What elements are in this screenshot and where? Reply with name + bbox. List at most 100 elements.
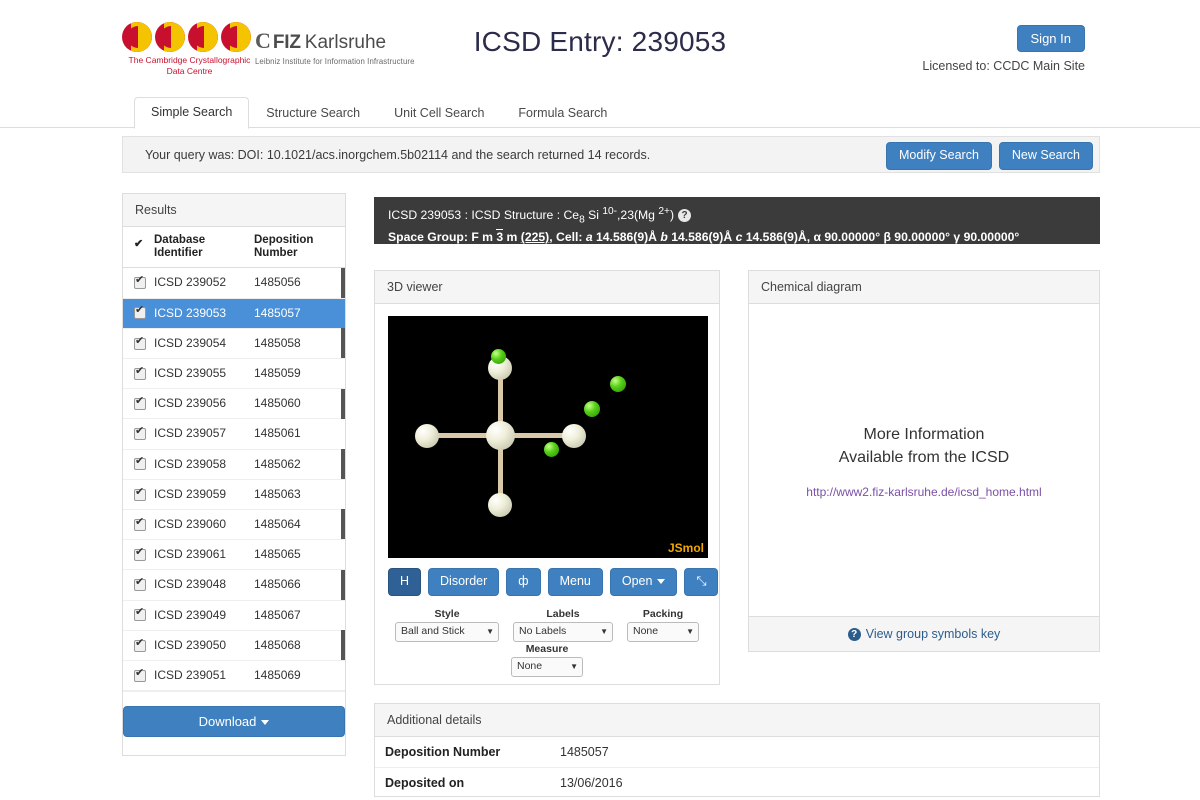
select-all-checkbox[interactable] (134, 239, 146, 253)
table-row[interactable]: ICSD 2390501485068 (123, 630, 345, 661)
table-row[interactable]: ICSD 2390571485061 (123, 418, 345, 450)
cell-deposition-number[interactable]: 1485067 (250, 600, 345, 631)
detail-key: Deposited on (375, 767, 550, 796)
table-row[interactable]: ICSD 2390511485069 (123, 660, 345, 692)
cell-deposition-number[interactable]: 1485069 (250, 660, 345, 692)
cell-deposition-number[interactable]: 1485056 (250, 267, 345, 299)
cell-database-identifier[interactable]: ICSD 239048 (150, 569, 250, 601)
row-checkbox[interactable] (134, 305, 146, 320)
cell-database-identifier[interactable]: ICSD 239049 (150, 600, 250, 631)
cell-deposition-number[interactable]: 1485065 (250, 539, 345, 571)
row-checkbox[interactable] (134, 275, 146, 290)
sign-in-button[interactable]: Sign In (1016, 25, 1085, 52)
row-checkbox[interactable] (134, 426, 146, 441)
new-search-button[interactable]: New Search (998, 142, 1093, 170)
row-checkbox-cell[interactable] (123, 449, 150, 480)
row-checkbox-cell[interactable] (123, 479, 150, 510)
cell-database-identifier[interactable]: ICSD 239055 (150, 358, 250, 390)
table-row[interactable]: ICSD 2390491485067 (123, 600, 345, 631)
cell-deposition-number[interactable]: 1485062 (250, 449, 345, 480)
hydrogen-toggle-button[interactable]: H (388, 568, 422, 596)
cell-database-identifier[interactable]: ICSD 239053 (150, 298, 250, 329)
view-group-symbols-key-button[interactable]: ? View group symbols key (749, 616, 1099, 651)
cell-deposition-number[interactable]: 1485063 (250, 479, 345, 510)
packing-select[interactable]: None ▼ (627, 622, 699, 642)
table-row[interactable]: ICSD 2390541485058 (123, 328, 345, 360)
row-checkbox[interactable] (134, 638, 146, 652)
cell-database-identifier[interactable]: ICSD 239061 (150, 539, 250, 571)
row-checkbox-cell[interactable] (123, 418, 150, 450)
row-checkbox-cell[interactable] (123, 298, 150, 329)
cell-deposition-number[interactable]: 1485057 (250, 298, 345, 329)
query-actions: Modify Search New Search (886, 142, 1093, 170)
cell-deposition-number[interactable]: 1485068 (250, 630, 345, 661)
row-checkbox-cell[interactable] (123, 328, 150, 360)
row-checkbox[interactable] (134, 668, 146, 682)
row-checkbox[interactable] (134, 577, 146, 592)
table-row[interactable]: ICSD 2390521485056 (123, 267, 345, 299)
cell-database-identifier[interactable]: ICSD 239050 (150, 630, 250, 661)
cell-database-identifier[interactable]: ICSD 239059 (150, 479, 250, 510)
row-checkbox[interactable] (134, 336, 146, 350)
table-row[interactable]: ICSD 2390581485062 (123, 449, 345, 480)
menu-button[interactable]: Menu (547, 568, 603, 596)
tab-structure-search[interactable]: Structure Search (249, 98, 377, 129)
cell-database-identifier[interactable]: ICSD 239056 (150, 388, 250, 420)
row-checkbox-cell[interactable] (123, 509, 150, 541)
help-icon[interactable]: ? (678, 209, 692, 223)
row-checkbox-cell[interactable] (123, 358, 150, 390)
row-checkbox[interactable] (134, 366, 146, 380)
expand-button[interactable]: ⤡ (684, 568, 719, 596)
row-checkbox-cell[interactable] (123, 539, 150, 571)
structure-info-line2: Space Group: F m 3 m (225), Cell: a 14.5… (388, 228, 1086, 247)
cell-database-identifier[interactable]: ICSD 239052 (150, 267, 250, 299)
table-row[interactable]: ICSD 2390531485057 (123, 298, 345, 329)
row-checkbox-cell[interactable] (123, 388, 150, 420)
cell-database-identifier[interactable]: ICSD 239051 (150, 660, 250, 692)
row-checkbox[interactable] (134, 547, 146, 561)
tab-simple-search[interactable]: Simple Search (134, 97, 250, 129)
labels-select[interactable]: No Labels ▼ (513, 622, 613, 642)
row-checkbox[interactable] (134, 517, 146, 531)
cell-deposition-number[interactable]: 1485060 (250, 388, 345, 420)
table-row[interactable]: ICSD 2390481485066 (123, 569, 345, 601)
cell-deposition-number[interactable]: 1485058 (250, 328, 345, 360)
row-checkbox-cell[interactable] (123, 630, 150, 661)
row-checkbox[interactable] (134, 456, 146, 471)
space-group-number[interactable]: (225) (521, 230, 549, 244)
row-checkbox[interactable] (134, 396, 146, 411)
cell-database-identifier[interactable]: ICSD 239057 (150, 418, 250, 450)
row-checkbox-cell[interactable] (123, 660, 150, 692)
cell-deposition-number[interactable]: 1485064 (250, 509, 345, 541)
tab-formula-search[interactable]: Formula Search (501, 98, 624, 129)
table-row[interactable]: ICSD 2390611485065 (123, 539, 345, 571)
measure-select[interactable]: None ▼ (511, 657, 583, 677)
row-checkbox[interactable] (134, 487, 146, 501)
row-checkbox-cell[interactable] (123, 267, 150, 299)
icsd-home-link[interactable]: http://www2.fiz-karlsruhe.de/icsd_home.h… (806, 485, 1041, 499)
column-header-deposition-number[interactable]: Deposition Number (250, 227, 345, 269)
row-checkbox[interactable] (134, 607, 146, 622)
cell-deposition-number[interactable]: 1485059 (250, 358, 345, 390)
cell-database-identifier[interactable]: ICSD 239060 (150, 509, 250, 541)
modify-search-button[interactable]: Modify Search (886, 142, 992, 170)
table-row[interactable]: ICSD 2390551485059 (123, 358, 345, 390)
column-header-database-identifier[interactable]: Database Identifier (150, 227, 250, 269)
cell-database-identifier[interactable]: ICSD 239058 (150, 449, 250, 480)
table-row[interactable]: ICSD 2390561485060 (123, 388, 345, 420)
cell-database-identifier[interactable]: ICSD 239054 (150, 328, 250, 360)
row-checkbox-cell[interactable] (123, 600, 150, 631)
row-checkbox-cell[interactable] (123, 569, 150, 601)
rotate-icon-button[interactable]: ф (506, 568, 541, 596)
cell-deposition-number[interactable]: 1485066 (250, 569, 345, 601)
table-row[interactable]: ICSD 2390601485064 (123, 509, 345, 541)
style-select[interactable]: Ball and Stick ▼ (395, 622, 499, 642)
table-row[interactable]: ICSD 2390591485063 (123, 479, 345, 510)
tab-unit-cell-search[interactable]: Unit Cell Search (377, 98, 501, 129)
disorder-button[interactable]: Disorder (428, 568, 500, 596)
select-all-header[interactable] (123, 227, 150, 269)
download-button[interactable]: Download (123, 706, 345, 738)
open-button[interactable]: Open (609, 568, 678, 596)
jsmol-3d-canvas[interactable]: JSmol (388, 316, 708, 558)
cell-deposition-number[interactable]: 1485061 (250, 418, 345, 450)
